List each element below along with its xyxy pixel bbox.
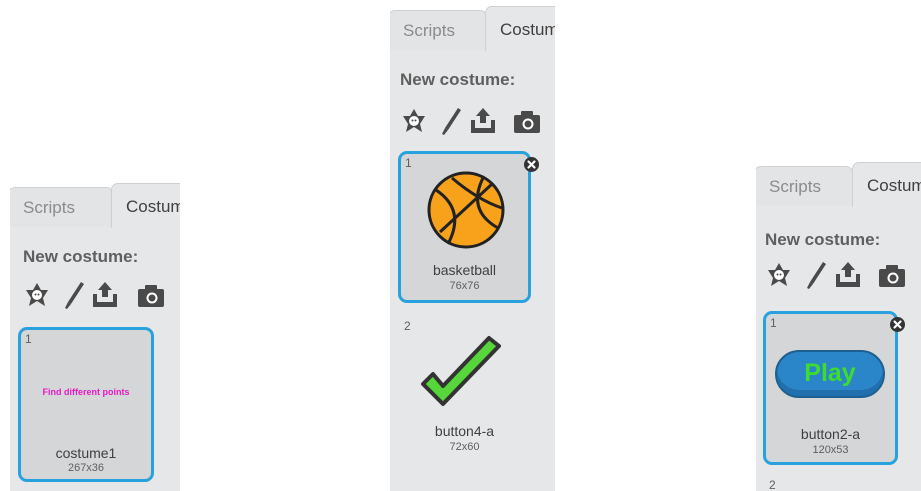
costume-name: button4-a bbox=[434, 423, 495, 439]
costume-size: 120x53 bbox=[812, 444, 849, 456]
paint-from-library-icon[interactable] bbox=[765, 260, 793, 290]
new-costume-heading: New costume: bbox=[765, 230, 881, 249]
paint-brush-icon[interactable] bbox=[61, 280, 89, 310]
tab-costumes[interactable]: Costumes bbox=[111, 183, 180, 228]
paint-brush-icon[interactable] bbox=[803, 260, 831, 290]
paint-from-library-icon[interactable] bbox=[23, 280, 51, 310]
costume-thumbnail[interactable]: 1 basketball 76x76 bbox=[398, 151, 531, 303]
costume-number: 1 bbox=[25, 332, 32, 346]
costume-number: 1 bbox=[405, 156, 412, 170]
tab-bar: Scripts Costumes bbox=[390, 6, 555, 51]
costume-name: costume1 bbox=[55, 445, 117, 461]
paint-from-library-icon[interactable] bbox=[400, 106, 428, 136]
camera-icon[interactable] bbox=[513, 106, 541, 136]
tab-scripts[interactable]: Scripts bbox=[10, 187, 113, 227]
new-costume-tools bbox=[765, 260, 915, 290]
delete-costume-icon[interactable] bbox=[524, 157, 539, 172]
tab-bar: Scripts Costumes bbox=[756, 162, 921, 207]
costume-size: 76x76 bbox=[449, 280, 480, 292]
costume-thumbnail[interactable]: 1 Play button2-a 120x53 bbox=[763, 311, 898, 465]
play-button-preview: Play bbox=[775, 350, 885, 398]
tab-scripts[interactable]: Scripts bbox=[390, 10, 487, 50]
play-label: Play bbox=[804, 359, 856, 387]
new-costume-tools bbox=[400, 106, 550, 136]
upload-icon[interactable] bbox=[91, 280, 119, 310]
upload-icon[interactable] bbox=[469, 106, 497, 136]
tab-costumes[interactable]: Costumes bbox=[485, 6, 555, 51]
new-costume-heading: New costume: bbox=[400, 70, 516, 89]
tab-costumes[interactable]: Costumes bbox=[852, 162, 921, 207]
costume-name: basketball bbox=[432, 262, 497, 278]
costume-size: 72x60 bbox=[449, 441, 480, 453]
costume-name: button2-a bbox=[800, 426, 861, 442]
checkmark-icon bbox=[421, 336, 501, 406]
paint-brush-icon[interactable] bbox=[438, 106, 466, 136]
upload-icon[interactable] bbox=[834, 260, 862, 290]
costumes-panel-left: Scripts Costumes New costume: bbox=[10, 183, 180, 491]
costume-thumbnail[interactable]: 1 Find different points costume1 267x36 bbox=[18, 327, 154, 482]
costume-size: 267x36 bbox=[67, 462, 105, 474]
new-costume-tools bbox=[23, 280, 173, 310]
camera-icon[interactable] bbox=[878, 260, 906, 290]
new-costume-heading: New costume: bbox=[23, 247, 139, 266]
camera-icon[interactable] bbox=[137, 280, 165, 310]
costume-preview-text: Find different points bbox=[42, 387, 130, 397]
costumes-panel-middle: Scripts Costumes New costume: bbox=[390, 6, 555, 491]
tab-scripts[interactable]: Scripts bbox=[756, 166, 853, 206]
tab-bar: Scripts Costumes bbox=[10, 183, 180, 228]
basketball-icon bbox=[427, 171, 505, 249]
costume-number: 2 bbox=[769, 478, 776, 491]
costume-thumbnail[interactable]: button4-a 72x60 bbox=[398, 316, 531, 466]
costume-number: 1 bbox=[770, 316, 777, 330]
delete-costume-icon[interactable] bbox=[890, 317, 905, 332]
costumes-panel-right: Scripts Costumes New costume: bbox=[756, 162, 921, 491]
